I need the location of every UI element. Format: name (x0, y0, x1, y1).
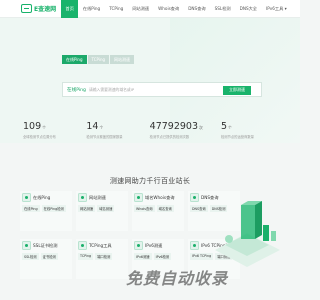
card-link[interactable]: 网站测速 (78, 205, 96, 212)
nav-item-ipv6-tools[interactable]: IPv6工具 ▾ (262, 0, 292, 18)
nav-item-ping[interactable]: 在线Ping (78, 0, 104, 18)
nav-menu: 首页 在线Ping TCPing 网站测速 Whois查询 DNS查询 SSL检… (61, 0, 291, 18)
whois-icon (134, 193, 143, 202)
hero-section: 在线Ping TCPing 网站测速 在线Ping 立即测速 109个 全球检测… (0, 18, 300, 143)
card-title: TCPing工具 (89, 242, 112, 248)
nav-item-dns[interactable]: DNS查询 (184, 0, 210, 18)
search-bar: 在线Ping 立即测速 (62, 82, 262, 97)
card-title: 网站测速 (89, 194, 106, 200)
tab-speedtest[interactable]: 网站测速 (110, 55, 135, 64)
nav-item-tcping[interactable]: TCPing (105, 0, 128, 18)
logo-icon (21, 4, 32, 13)
card-title: 域名Whois查询 (145, 194, 175, 200)
card-tcping[interactable]: TCPing工具 TCPing 端口检测 (76, 239, 128, 279)
stat-unit: 个 (99, 125, 104, 130)
stat-checks: 47792903 次 检测节点已提供的检测次数 (150, 121, 220, 147)
search-button[interactable]: 立即测速 (223, 85, 251, 95)
card-link[interactable]: 端口检测 (95, 253, 113, 260)
stat-nodes: 109 个 全球检测节点位置分布 (23, 121, 85, 147)
nav-item-home[interactable]: 首页 (61, 0, 79, 18)
tab-tcping[interactable]: TCPing (87, 55, 110, 64)
card-ping[interactable]: 在线Ping 在线Ping 在线Ping检测 (20, 191, 72, 231)
logo[interactable]: E查速网 (21, 4, 57, 13)
card-link[interactable]: 域名查询 (156, 205, 174, 212)
ssl-icon (22, 241, 31, 250)
speed-icon (78, 193, 87, 202)
card-link[interactable]: Whois查询 (134, 205, 155, 212)
dns-icon (190, 193, 199, 202)
stat-desc: 检测节点覆盖的国家数量 (86, 135, 123, 139)
stat-desc: 检测节点的运营商数量 (220, 135, 254, 139)
card-link[interactable]: IPv6测速 (134, 253, 152, 260)
card-title: IPv6测速 (145, 242, 163, 248)
card-link[interactable]: 在线Ping检测 (41, 205, 66, 212)
top-nav: E查速网 首页 在线Ping TCPing 网站测速 Whois查询 DNS查询… (0, 0, 300, 18)
card-link[interactable]: 在线Ping (22, 205, 40, 212)
tab-ping[interactable]: 在线Ping (62, 55, 87, 64)
tcping-icon (78, 241, 87, 250)
stat-desc: 全球检测节点位置分布 (23, 135, 56, 139)
watermark: 免费自动收录 (126, 269, 229, 288)
card-link[interactable]: 证书检测 (40, 253, 58, 260)
stats-row: 109 个 全球检测节点位置分布 14 个 检测节点覆盖的国家数量 47792903… (23, 121, 283, 147)
ipv6-tcping-icon (190, 241, 199, 250)
search-input[interactable] (88, 87, 209, 92)
card-link[interactable]: TCPing (78, 253, 94, 260)
stat-desc: 检测节点已提供的检测次数 (149, 135, 190, 139)
search-prefix: 在线Ping (67, 87, 86, 93)
nav-item-ssl[interactable]: SSL检测 (210, 0, 235, 18)
ipv6-icon (134, 241, 143, 250)
card-link[interactable]: IPv6检测 (153, 253, 172, 260)
stat-value: 14 (86, 121, 99, 132)
card-link[interactable]: SSL检测 (22, 253, 39, 260)
card-link[interactable]: 域名测速 (97, 205, 115, 212)
page: E查速网 首页 在线Ping TCPing 网站测速 Whois查询 DNS查询… (0, 0, 300, 300)
nav-item-whois[interactable]: Whois查询 (154, 0, 184, 18)
search-tabs: 在线Ping TCPing 网站测速 (62, 55, 135, 64)
stat-countries: 14 个 检测节点覆盖的国家数量 (86, 121, 148, 147)
card-ssl[interactable]: SSL证书检测 SSL检测 证书检测 (20, 239, 72, 279)
nav-item-speedtest[interactable]: 网站测速 (128, 0, 154, 18)
ping-icon (22, 193, 31, 202)
logo-text: E查速网 (34, 6, 57, 13)
stat-value: 47792903 (149, 121, 199, 132)
card-speedtest[interactable]: 网站测速 网站测速 域名测速 (76, 191, 128, 231)
stat-isps: 5个 检测节点的运营商数量 (221, 121, 283, 147)
stat-unit: 次 (199, 125, 203, 130)
card-whois[interactable]: 域名Whois查询 Whois查询 域名查询 (132, 191, 184, 231)
card-title: SSL证书检测 (33, 242, 58, 248)
stat-unit: 个 (42, 125, 46, 130)
stat-value: 5 (220, 121, 228, 132)
card-title: 在线Ping (33, 194, 51, 200)
section-title: 测速网助力千行百业站长 (109, 177, 191, 185)
nav-item-dns-list[interactable]: DNS大全 (235, 0, 261, 18)
stat-unit: 个 (228, 125, 232, 130)
stat-value: 109 (23, 121, 42, 132)
